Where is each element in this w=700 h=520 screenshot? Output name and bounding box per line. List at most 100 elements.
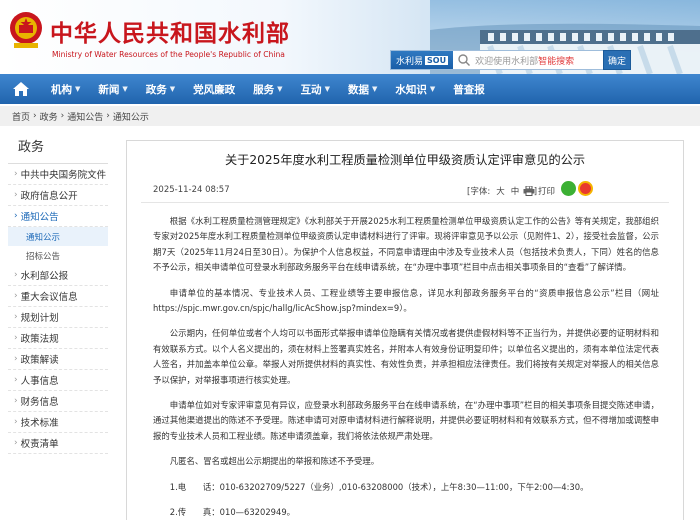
chevron-right-icon: ›: [14, 417, 18, 427]
weibo-share-icon[interactable]: [578, 181, 593, 196]
nav-item-label: 互动: [300, 83, 322, 96]
sidebar: 政务 › 中共中央国务院文件 › 政府信息公开 › 通知公告 通知公示 招标公告 › 水…: [8, 132, 108, 454]
nav-item-label: 服务: [253, 83, 275, 96]
sidebar-item-bulletin[interactable]: › 水利部公报: [8, 265, 108, 286]
chevron-down-icon: ▼: [75, 85, 81, 93]
sidebar-item-label: 中共中央国务院文件: [20, 170, 107, 181]
sidebar-item-finance[interactable]: › 财务信息: [8, 391, 108, 412]
chevron-down-icon: ▼: [122, 85, 128, 93]
sidebar-item-meetings[interactable]: › 重大会议信息: [8, 286, 108, 307]
contact-phone: 1.电 话：010-63202709/5227（业务）,010-63208000…: [169, 481, 589, 492]
nav-item-fuwu[interactable]: 服务 ▼: [244, 74, 291, 104]
article-paragraph: 凡匿名、冒名或超出公示期提出的举报和陈述不予受理。: [169, 456, 380, 467]
breadcrumb: 首页 › 政务 › 通知公告 › 通知公示: [0, 106, 700, 126]
article-date: 2025-11-24 08:57: [153, 185, 230, 195]
national-emblem-icon: [10, 12, 42, 48]
chevron-right-icon: ›: [14, 438, 18, 448]
breadcrumb-current[interactable]: 通知公示: [113, 110, 149, 123]
nav-item-pucha[interactable]: 普查报: [444, 74, 494, 104]
chevron-down-icon: ▼: [169, 85, 176, 93]
sidebar-subitem-public-notice[interactable]: 通知公示: [8, 227, 108, 246]
nav-item-label: 普查报: [453, 83, 485, 96]
sidebar-item-label: 政府信息公开: [20, 191, 78, 202]
nav-item-zhengwu[interactable]: 政务 ▼: [137, 74, 184, 104]
search-brand-sou: SOU: [425, 55, 449, 65]
nav-item-label: 机构: [51, 83, 72, 96]
site-title: 中华人民共和国水利部: [50, 20, 290, 47]
print-label: 打印: [538, 187, 556, 197]
nav-item-dangfeng[interactable]: 党风廉政: [184, 74, 244, 104]
article-paragraph: 公示期内，任何单位或者个人均可以书面形式举报申请单位隐瞒有关情况或者提供虚假材料…: [153, 328, 659, 385]
search-placeholder-highlight: 智能搜索: [538, 56, 575, 67]
font-size-label: [字体:: [467, 187, 491, 197]
sidebar-item-label: 人事信息: [20, 376, 59, 387]
sidebar-item-plans[interactable]: › 规划计划: [8, 307, 108, 328]
share-buttons: [561, 181, 595, 196]
nav-item-shuizhishi[interactable]: 水知识 ▼: [386, 74, 444, 104]
breadcrumb-zhengwu[interactable]: 政务: [40, 110, 58, 123]
article-panel: 关于2025年度水利工程质量检测单位甲级资质认定评审意见的公示 2025-11-…: [126, 140, 684, 520]
chevron-right-icon: ›: [14, 270, 18, 280]
sidebar-item-personnel[interactable]: › 人事信息: [8, 370, 108, 391]
article-meta: 2025-11-24 08:57 [字体:大中小] 打印: [127, 178, 683, 203]
sidebar-item-label: 通知公告: [20, 212, 59, 223]
sidebar-title: 政务: [8, 132, 108, 164]
site-subtitle: Ministry of Water Resources of the Peopl…: [52, 50, 285, 59]
nav-item-label: 新闻: [98, 83, 120, 96]
sidebar-item-label: 政策解读: [20, 355, 59, 366]
sidebar-item-policy-interpretation[interactable]: › 政策解读: [8, 349, 108, 370]
chevron-down-icon: ▼: [324, 85, 330, 93]
search-submit-button[interactable]: 确定: [603, 50, 631, 70]
nav-item-shuju[interactable]: 数据 ▼: [339, 74, 386, 104]
nav-item-hudong[interactable]: 互动 ▼: [292, 74, 339, 104]
divider: [141, 202, 669, 203]
chevron-right-icon: ›: [14, 396, 18, 406]
contact-fax: 2.传 真：010—63202949。: [169, 507, 296, 518]
sidebar-item-label: 财务信息: [20, 397, 59, 408]
nav-item-label: 数据: [347, 83, 369, 96]
print-button[interactable]: 打印: [523, 185, 555, 197]
article-paragraph: 根据《水利工程质量检测管理规定》《水利部关于开展2025水利工程质量检测单位甲级…: [153, 216, 659, 273]
wechat-share-icon[interactable]: [561, 181, 576, 196]
chevron-down-icon: ▼: [371, 85, 378, 93]
article-title: 关于2025年度水利工程质量检测单位甲级资质认定评审意见的公示: [224, 153, 586, 167]
chevron-right-icon: ›: [14, 354, 18, 364]
sidebar-item-central-docs[interactable]: › 中共中央国务院文件: [8, 164, 108, 185]
home-icon: [13, 82, 29, 96]
sidebar-item-label: 权责清单: [20, 439, 59, 450]
nav-item-label: 党风廉政: [193, 83, 236, 96]
breadcrumb-home[interactable]: 首页: [12, 110, 30, 123]
site-header: 中华人民共和国水利部 Ministry of Water Resources o…: [0, 0, 700, 74]
font-size-large[interactable]: 大: [496, 187, 505, 197]
chevron-down-icon: ▼: [429, 85, 436, 93]
search-brand-label: 水利易: [396, 56, 424, 67]
article-paragraph: 申请单位如对专家评审意见有异议，应登录水利部政务服务平台在线申请系统，在“办理中…: [153, 400, 659, 441]
sidebar-item-label: 技术标准: [20, 418, 59, 429]
nav-item-xinwen[interactable]: 新闻 ▼: [89, 74, 136, 104]
sidebar-item-label: 规划计划: [20, 313, 59, 324]
chevron-right-icon: ›: [14, 333, 18, 343]
sidebar-item-regulations[interactable]: › 政策法规: [8, 328, 108, 349]
nav-item-jigou[interactable]: 机构 ▼: [42, 74, 89, 104]
sidebar-item-standards[interactable]: › 技术标准: [8, 412, 108, 433]
nav-item-label: 水知识: [395, 83, 427, 96]
sidebar-item-label: 政策法规: [20, 334, 59, 345]
nav-home[interactable]: [0, 74, 42, 104]
chevron-right-icon: ›: [14, 291, 18, 301]
chevron-down-icon: ▼: [277, 85, 283, 93]
chevron-right-icon: ›: [14, 312, 18, 322]
sidebar-item-notices[interactable]: › 通知公告: [8, 206, 108, 227]
nav-item-label: 政务: [145, 83, 167, 96]
sidebar-item-gov-info[interactable]: › 政府信息公开: [8, 185, 108, 206]
search-icon: [458, 54, 471, 66]
search-placeholder-prefix: 欢迎使用水利部: [475, 56, 539, 67]
article-body: 根据《水利工程质量检测管理规定》《水利部关于开展2025水利工程质量检测单位甲级…: [153, 214, 659, 520]
chevron-right-icon: ›: [14, 375, 18, 385]
chevron-right-icon: ›: [14, 211, 18, 221]
search-box: 水利易 SOU 欢迎使用水利部智能搜索: [390, 50, 628, 70]
font-size-medium[interactable]: 中: [511, 187, 520, 197]
breadcrumb-notices[interactable]: 通知公告: [67, 110, 103, 123]
chevron-right-icon: ›: [14, 190, 18, 200]
sidebar-subitem-tender-notice[interactable]: 招标公告: [8, 246, 108, 265]
sidebar-item-responsibilities[interactable]: › 权责清单: [8, 433, 108, 454]
